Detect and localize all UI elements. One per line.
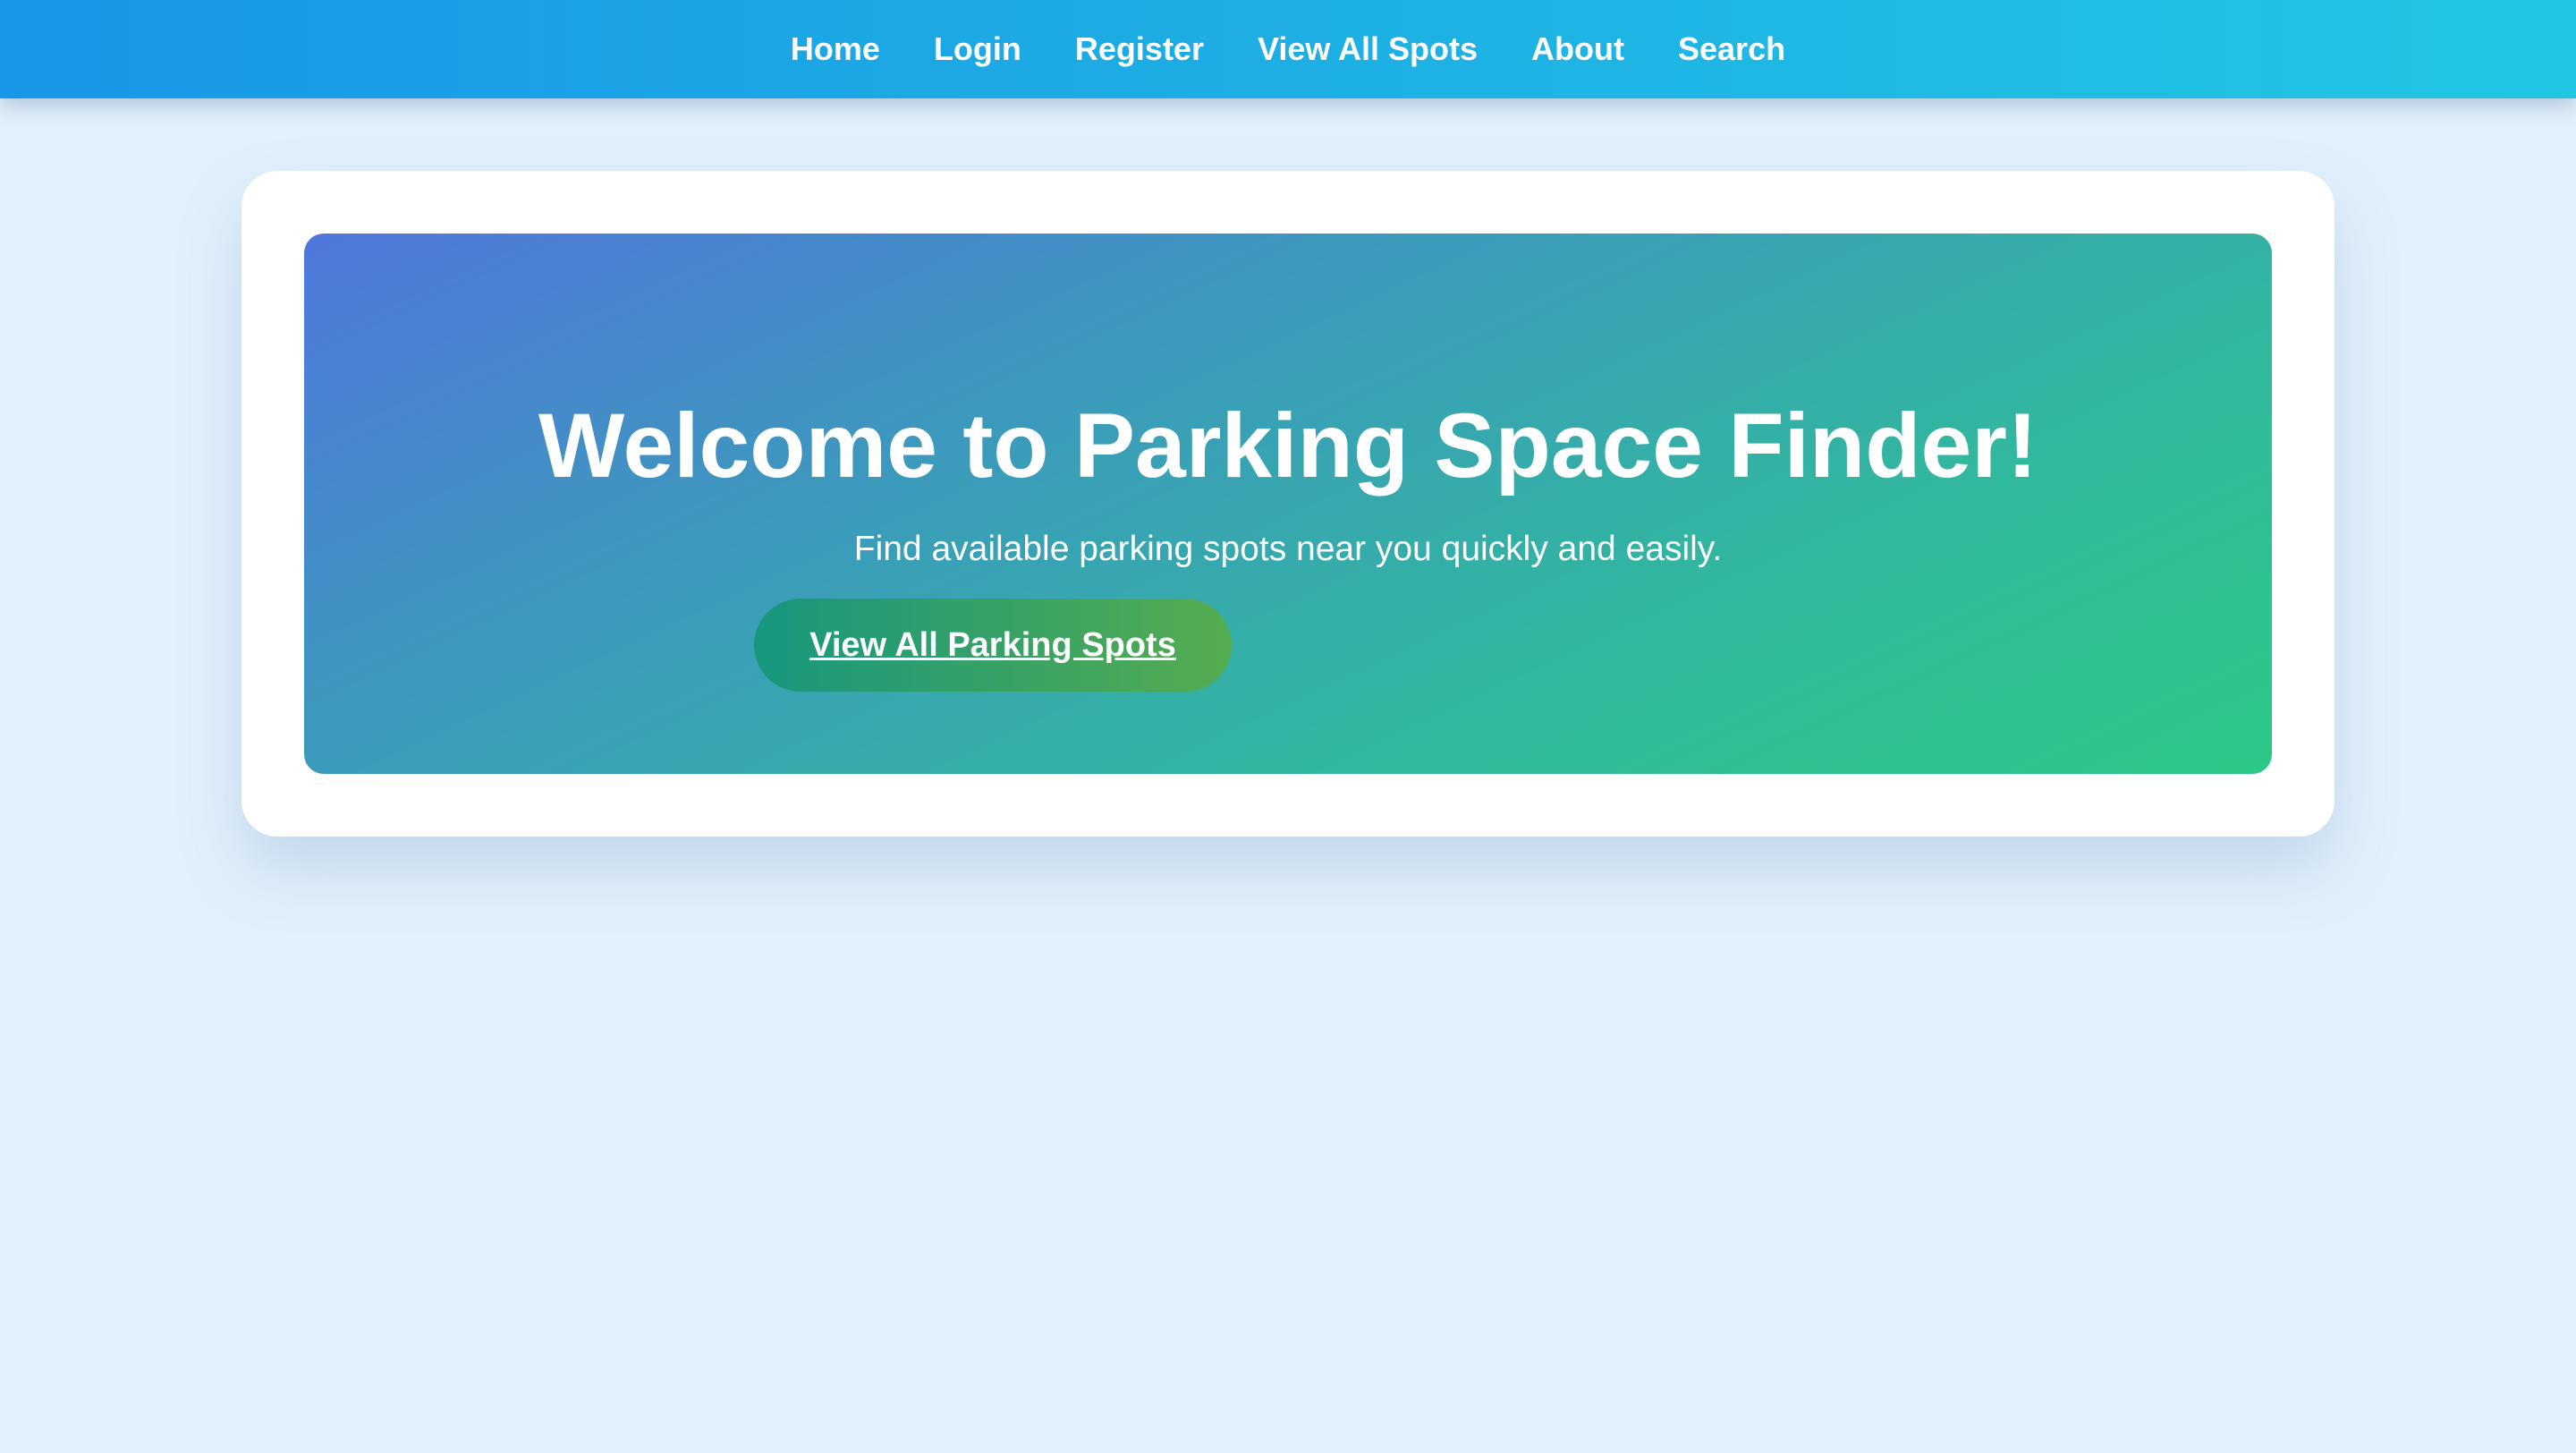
nav-link-view-all-spots[interactable]: View All Spots xyxy=(1258,33,1478,65)
view-all-parking-spots-button[interactable]: View All Parking Spots xyxy=(754,599,1232,692)
nav-link-search[interactable]: Search xyxy=(1678,33,1785,65)
hero-title: Welcome to Parking Space Finder! xyxy=(538,395,2038,497)
nav-link-about[interactable]: About xyxy=(1531,33,1624,65)
hero-banner: Welcome to Parking Space Finder! Find av… xyxy=(304,234,2272,774)
nav-link-register[interactable]: Register xyxy=(1075,33,1204,65)
main-card: Welcome to Parking Space Finder! Find av… xyxy=(242,171,2334,837)
top-navbar: Home Login Register View All Spots About… xyxy=(0,0,2576,98)
nav-link-home[interactable]: Home xyxy=(791,33,880,65)
nav-link-login[interactable]: Login xyxy=(934,33,1021,65)
hero-subtitle: Find available parking spots near you qu… xyxy=(853,530,1723,568)
